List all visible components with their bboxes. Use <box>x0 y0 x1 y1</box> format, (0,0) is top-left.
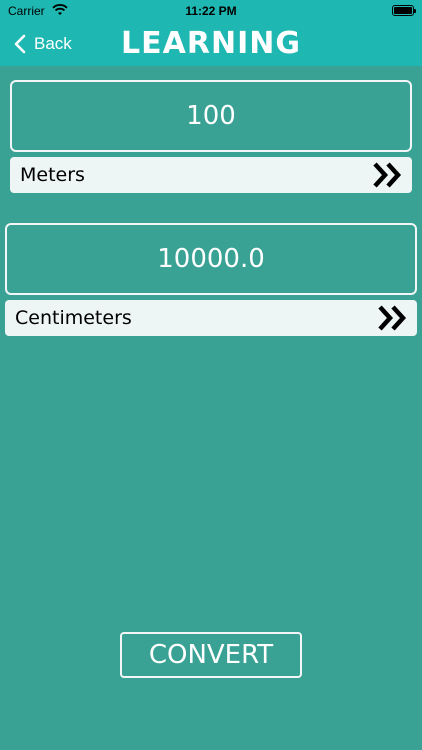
status-bar: Carrier 11:22 PM <box>0 0 422 22</box>
status-time: 11:22 PM <box>185 4 237 18</box>
double-chevron-right-icon <box>373 162 402 188</box>
from-unit-selector[interactable]: Meters <box>10 157 412 193</box>
battery-icon <box>392 5 416 16</box>
double-chevron-right-icon <box>378 305 407 331</box>
back-label: Back <box>34 34 72 53</box>
back-button[interactable]: Back <box>10 30 72 58</box>
convert-button[interactable]: CONVERT <box>120 632 302 678</box>
from-unit-label: Meters <box>20 164 85 186</box>
to-unit-selector[interactable]: Centimeters <box>5 300 417 336</box>
to-unit-label: Centimeters <box>15 307 132 329</box>
input-value-field[interactable]: 100 <box>10 80 412 152</box>
output-value-field[interactable]: 10000.0 <box>5 223 417 295</box>
navigation-bar: LEARNING Back <box>0 22 422 66</box>
chevron-left-icon <box>14 34 26 54</box>
